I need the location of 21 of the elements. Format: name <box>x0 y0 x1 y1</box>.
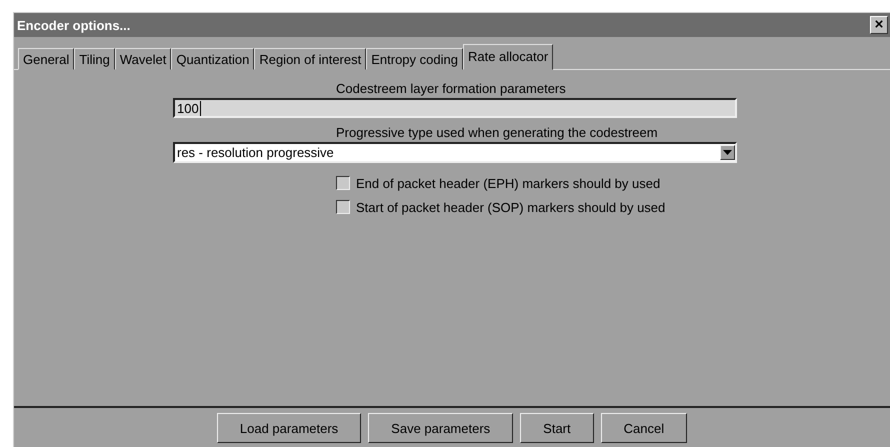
field-label: Progressive type used when generating the codestreem <box>336 125 659 142</box>
checkbox-label: Start of packet header (SOP) markers should by used <box>356 200 666 214</box>
tab[interactable]: General <box>18 48 74 70</box>
tab[interactable]: Entropy coding <box>366 48 463 70</box>
tab[interactable]: Wavelet <box>114 48 172 70</box>
action-button[interactable]: Load parameters <box>216 413 362 443</box>
action-button[interactable]: Save parameters <box>368 413 514 443</box>
field-label: Codestreem layer formation parameters <box>336 81 567 98</box>
tab[interactable]: Rate allocator <box>462 44 554 70</box>
dropdown[interactable]: res - resolution progressive <box>173 142 737 163</box>
window-title: Encoder options... <box>17 18 130 32</box>
tab[interactable]: Region of interest <box>254 48 366 70</box>
action-button[interactable]: Cancel <box>600 413 688 443</box>
close-button[interactable]: × <box>870 16 888 34</box>
input-field[interactable]: 100 <box>173 98 737 118</box>
checkbox[interactable] <box>336 200 350 214</box>
tab[interactable]: Quantization <box>171 48 254 70</box>
action-button[interactable]: Start <box>520 413 594 443</box>
tab[interactable]: Tiling <box>74 48 115 70</box>
checkbox-label: End of packet header (EPH) markers should by used <box>356 176 660 190</box>
checkbox[interactable] <box>336 176 350 190</box>
